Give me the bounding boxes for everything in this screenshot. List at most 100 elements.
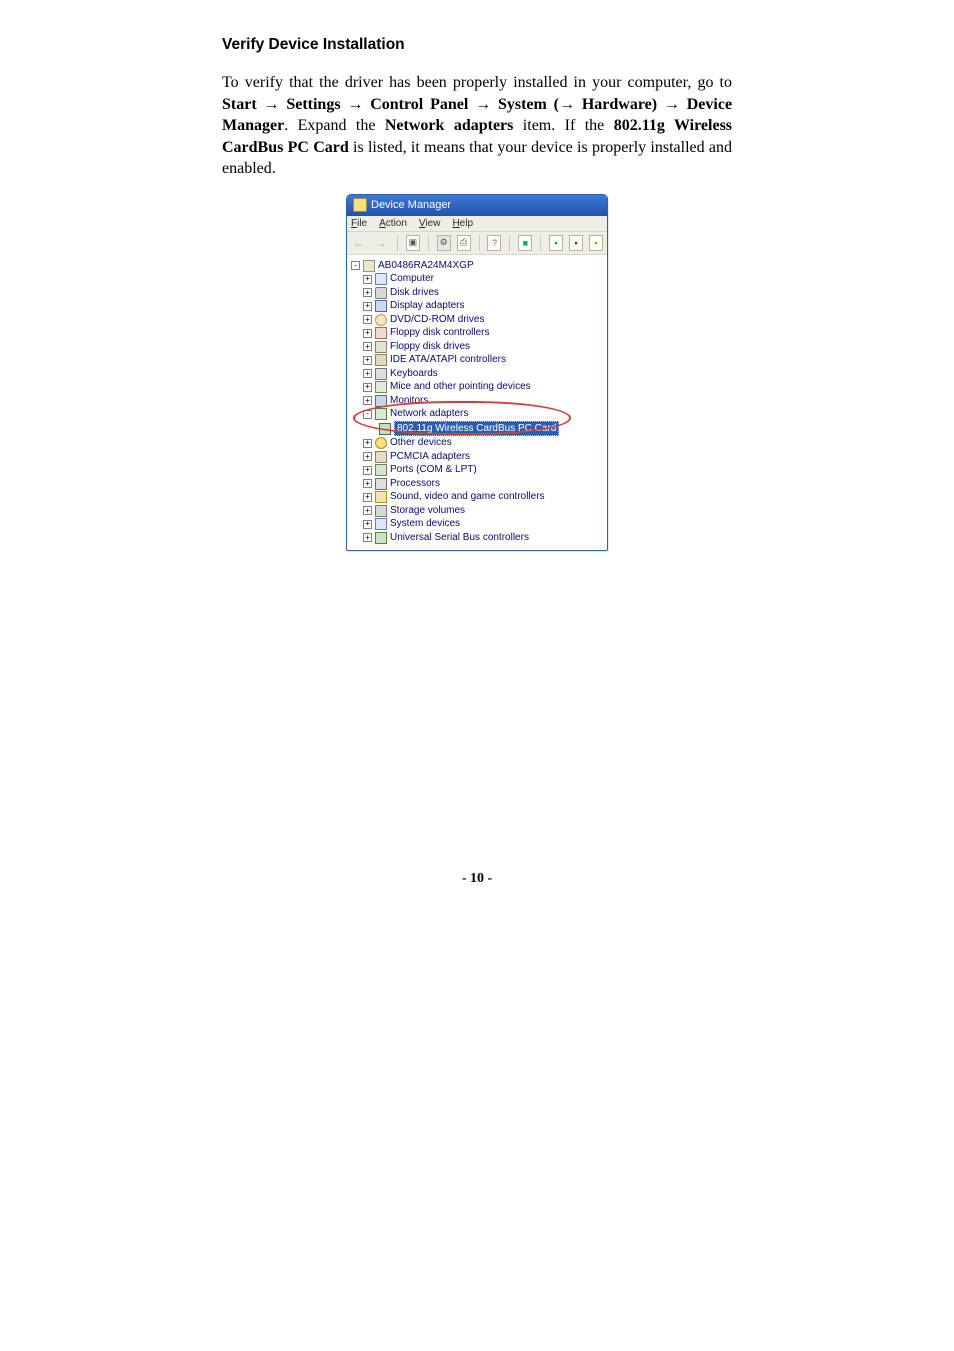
plus-icon[interactable]: +	[363, 396, 372, 405]
tree-item-fdd[interactable]: + Floppy disk drives	[351, 340, 603, 354]
tree-item-disk-drives[interactable]: + Disk drives	[351, 286, 603, 300]
tree-item-wireless-card[interactable]: 802.11g Wireless CardBus PC Card	[351, 421, 603, 437]
tree-item-keyboards[interactable]: +Keyboards	[351, 367, 603, 381]
menu-help[interactable]: Help	[452, 218, 473, 229]
item-label: Other devices	[390, 436, 452, 450]
item-label: Processors	[390, 477, 440, 491]
arrow-icon: →	[475, 96, 491, 113]
tree-item-sound[interactable]: +Sound, video and game controllers	[351, 490, 603, 504]
forward-button[interactable]: →	[373, 236, 389, 250]
help-icon[interactable]: ?	[487, 235, 501, 251]
plus-icon[interactable]: +	[363, 342, 372, 351]
screenshot-container: Device Manager FFileile Action View Help…	[222, 194, 732, 552]
plus-icon[interactable]: +	[363, 520, 372, 529]
menubar[interactable]: FFileile Action View Help	[347, 216, 607, 232]
tree-item-fdc[interactable]: +Floppy disk controllers	[351, 326, 603, 340]
properties-icon[interactable]: ⚙	[437, 235, 451, 251]
tree-view-icon[interactable]: ▣	[406, 235, 420, 251]
toolbar-separator	[509, 235, 510, 251]
plus-icon[interactable]: +	[363, 493, 372, 502]
kw-network-adapters: Network adapters	[385, 117, 514, 134]
floppy-drive-icon	[375, 341, 387, 353]
print-icon[interactable]: ⎙	[457, 235, 471, 251]
item-label: PCMCIA adapters	[390, 450, 470, 464]
tree-item-ide[interactable]: + IDE ATA/ATAPI controllers	[351, 353, 603, 367]
plus-icon[interactable]: +	[363, 315, 372, 324]
disk-icon	[375, 287, 387, 299]
toolbar-separator	[428, 235, 429, 251]
body-paragraph: To verify that the driver has been prope…	[222, 72, 732, 180]
adapter-icon	[379, 423, 391, 435]
toolbar: ← → ▣ ⚙ ⎙ ? ■ ▪ ▪ ▪	[347, 232, 607, 255]
kw-hardware: Hardware)	[582, 96, 657, 113]
tree-item-dvd[interactable]: + DVD/CD-ROM drives	[351, 313, 603, 327]
item-label: Floppy disk drives	[390, 340, 470, 354]
tree-item-storage[interactable]: +Storage volumes	[351, 504, 603, 518]
tree-root[interactable]: - AB0486RA24M4XGP	[351, 259, 603, 273]
item-label: IDE ATA/ATAPI controllers	[390, 353, 506, 367]
ide-icon	[375, 354, 387, 366]
tree-item-ports[interactable]: + Ports (COM & LPT)	[351, 463, 603, 477]
menu-file[interactable]: FFileile	[351, 218, 367, 229]
minus-icon[interactable]: -	[363, 410, 372, 419]
plus-icon[interactable]: +	[363, 356, 372, 365]
tree-item-network-adapters[interactable]: - Network adapters	[351, 407, 603, 421]
tree-item-usb[interactable]: + Universal Serial Bus controllers	[351, 531, 603, 545]
item-label: Disk drives	[390, 286, 439, 300]
tree-item-pcmcia[interactable]: + PCMCIA adapters	[351, 450, 603, 464]
document-page: Verify Device Installation To verify tha…	[0, 0, 954, 923]
window-titlebar: Device Manager	[347, 195, 607, 216]
item-label: DVD/CD-ROM drives	[390, 313, 484, 327]
floppy-controller-icon	[375, 327, 387, 339]
arrow-icon: →	[559, 96, 575, 113]
plus-icon[interactable]: +	[363, 275, 372, 284]
plus-icon[interactable]: +	[363, 383, 372, 392]
keyboard-icon	[375, 368, 387, 380]
plus-icon[interactable]: +	[363, 288, 372, 297]
tree-item-mice[interactable]: + Mice and other pointing devices	[351, 380, 603, 394]
plus-icon[interactable]: +	[363, 302, 372, 311]
tree-item-processors[interactable]: + Processors	[351, 477, 603, 491]
item-label: Ports (COM & LPT)	[390, 463, 477, 477]
toolbar-extra-icon[interactable]: ▪	[569, 235, 583, 251]
plus-icon[interactable]: +	[363, 533, 372, 542]
scan-hardware-icon[interactable]: ■	[518, 235, 532, 251]
plus-icon[interactable]: +	[363, 329, 372, 338]
item-label: Display adapters	[390, 299, 464, 313]
plus-icon[interactable]: +	[363, 439, 372, 448]
plus-icon[interactable]: +	[363, 479, 372, 488]
toolbar-separator	[479, 235, 480, 251]
toolbar-extra-icon[interactable]: ▪	[589, 235, 603, 251]
menu-view[interactable]: View	[419, 218, 441, 229]
device-tree[interactable]: - AB0486RA24M4XGP + Computer + Disk drives…	[347, 255, 607, 551]
usb-icon	[375, 532, 387, 544]
tree-item-other[interactable]: + Other devices	[351, 436, 603, 450]
cd-icon	[375, 314, 387, 326]
text-lead: To verify that the driver has been prope…	[222, 74, 732, 91]
tree-item-computer[interactable]: + Computer	[351, 272, 603, 286]
plus-icon[interactable]: +	[363, 452, 372, 461]
storage-icon	[375, 505, 387, 517]
tree-item-display[interactable]: + Display adapters	[351, 299, 603, 313]
tree-item-monitors[interactable]: +Monitors	[351, 394, 603, 408]
minus-icon[interactable]: -	[351, 261, 360, 270]
toolbar-extra-icon[interactable]: ▪	[549, 235, 563, 251]
mouse-icon	[375, 381, 387, 393]
plus-icon[interactable]: +	[363, 369, 372, 378]
computer-root-icon	[363, 260, 375, 272]
back-button[interactable]: ←	[351, 236, 367, 250]
tree-item-system[interactable]: +System devices	[351, 517, 603, 531]
plus-icon[interactable]: +	[363, 506, 372, 515]
system-icon	[375, 518, 387, 530]
kw-control-panel: Control Panel	[370, 96, 468, 113]
arrow-icon: →	[263, 96, 279, 113]
computer-icon	[375, 273, 387, 285]
menu-action[interactable]: Action	[379, 218, 407, 229]
plus-icon[interactable]: +	[363, 466, 372, 475]
item-label: Computer	[390, 272, 434, 286]
arrow-icon: →	[664, 96, 680, 113]
page-number: - 10 -	[222, 871, 732, 887]
item-label: Mice and other pointing devices	[390, 380, 531, 394]
item-label: Network adapters	[390, 407, 468, 421]
item-label: Universal Serial Bus controllers	[390, 531, 529, 545]
